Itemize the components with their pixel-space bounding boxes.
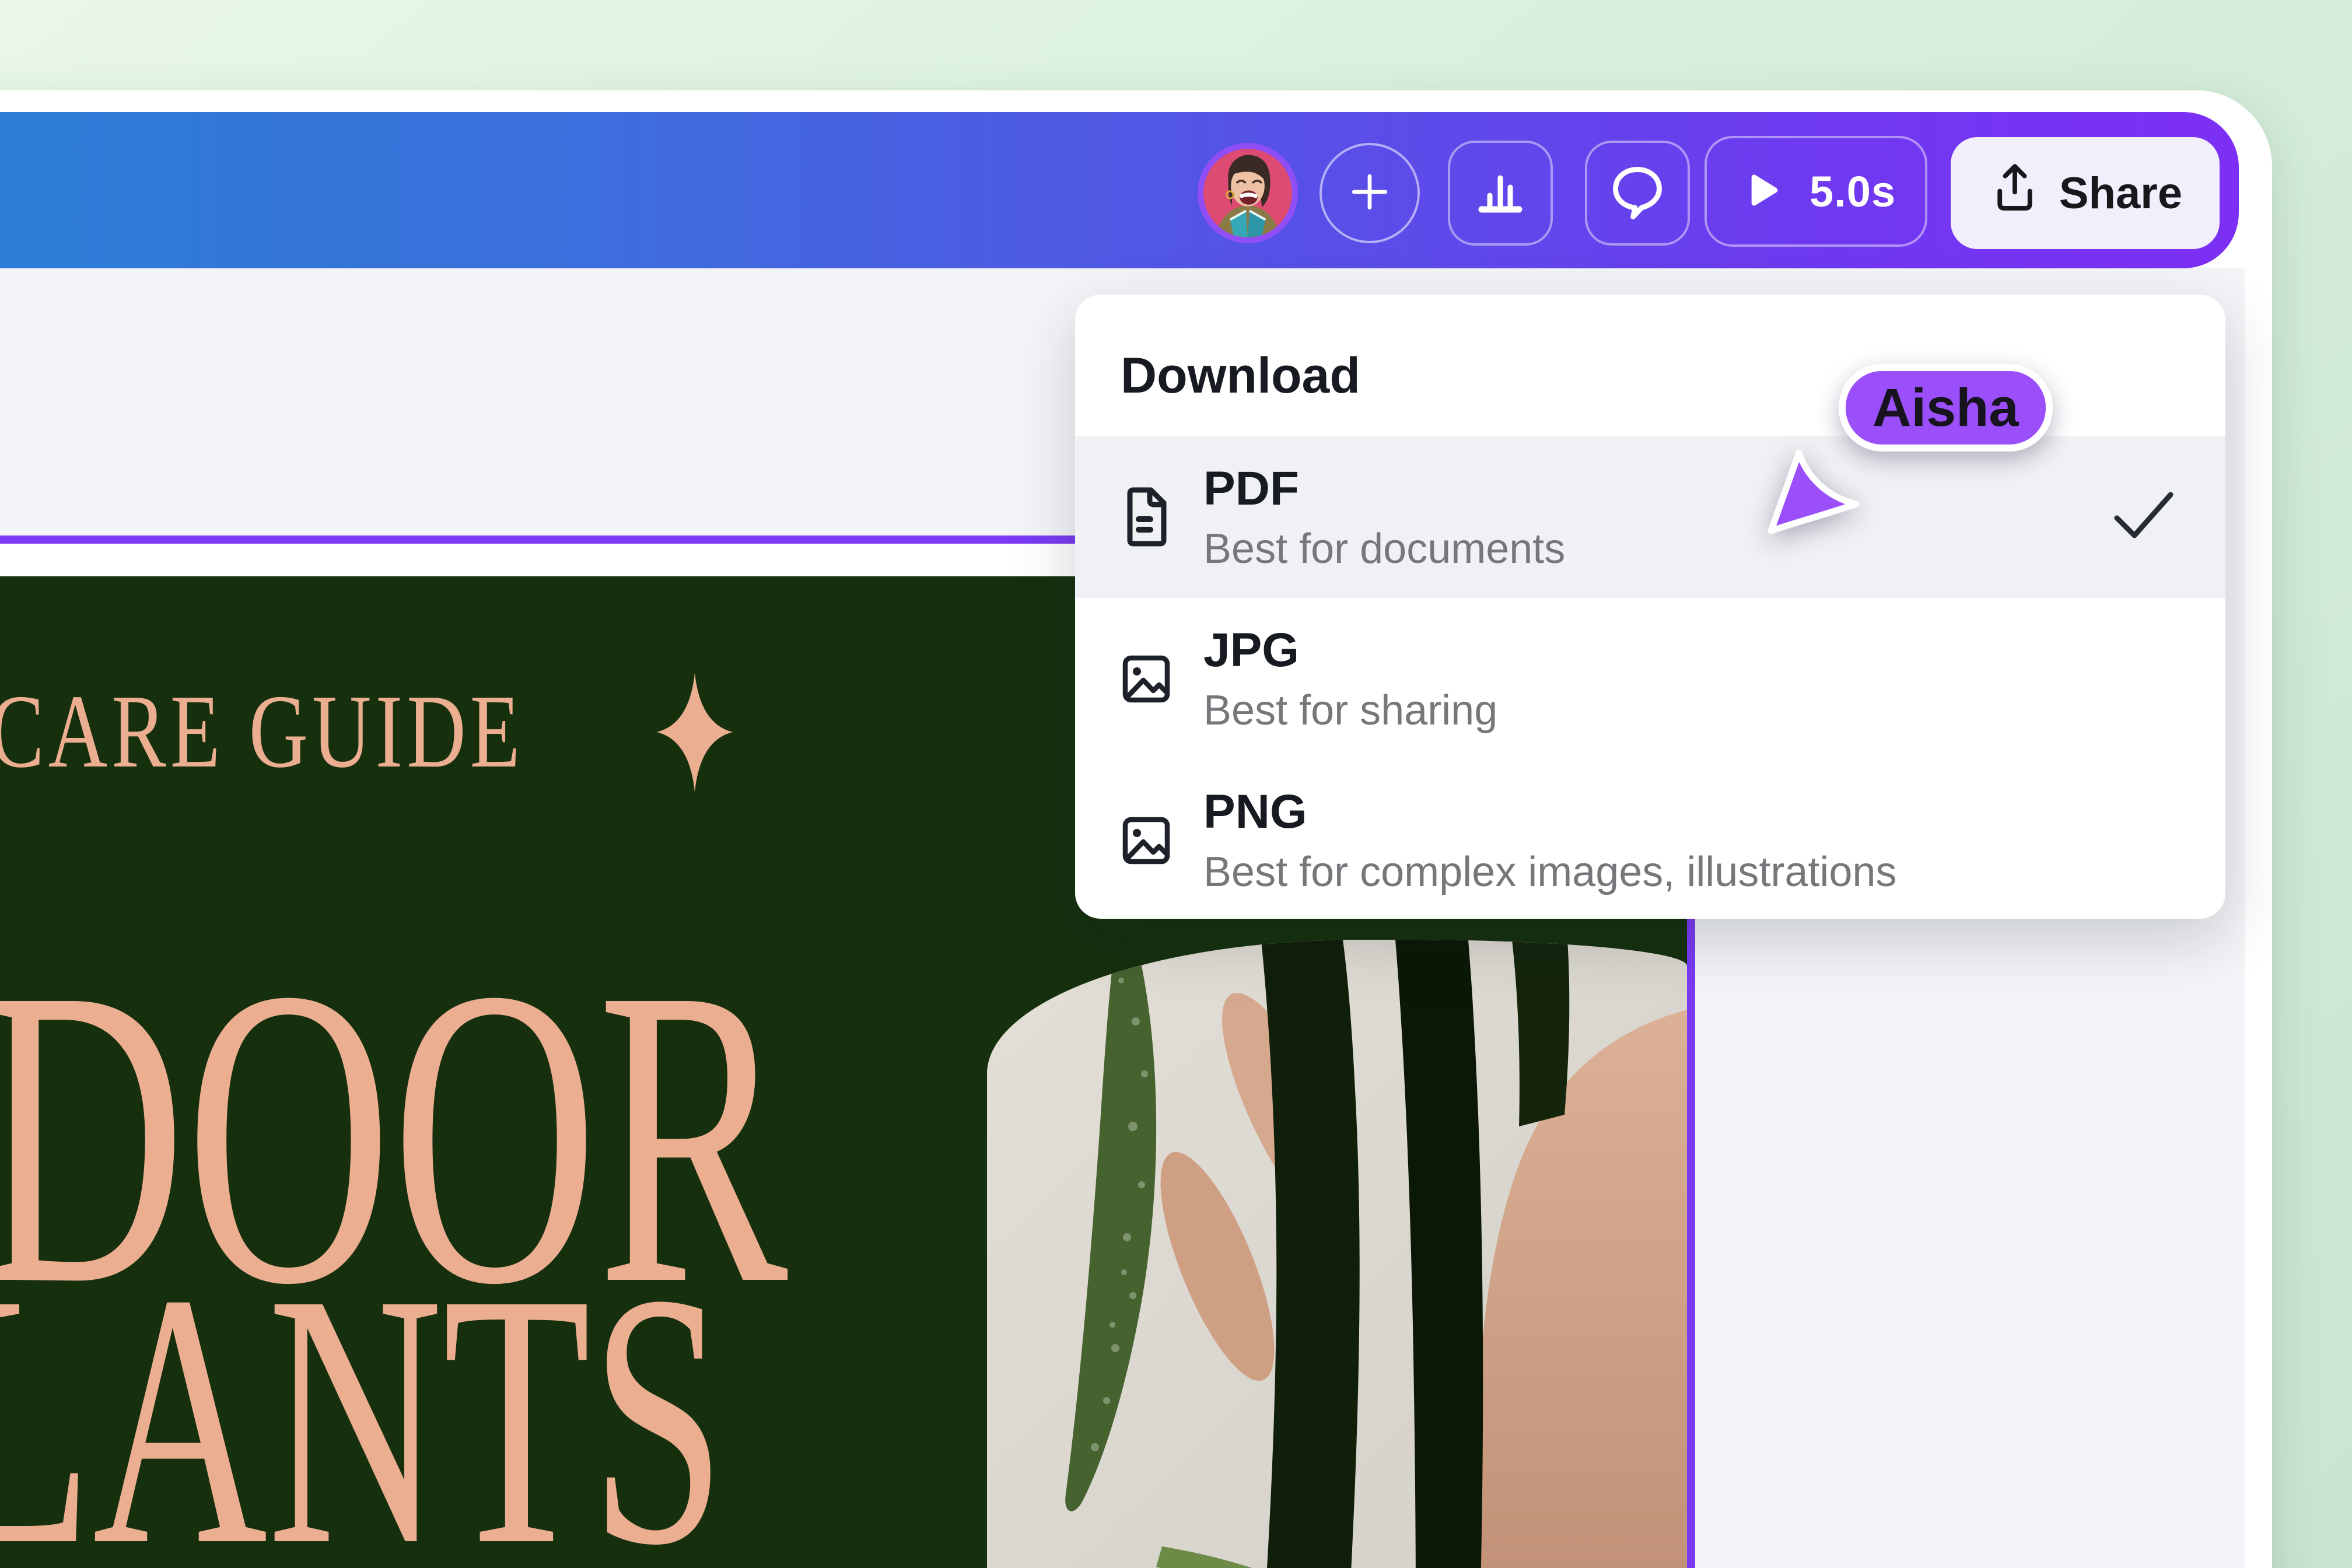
sparkle-icon [657, 673, 733, 795]
download-option-jpg[interactable]: JPG Best for sharing [1075, 598, 2225, 760]
collaborator-name-badge: Aisha [1839, 364, 2053, 452]
download-option-pdf[interactable]: PDF Best for documents [1075, 436, 2225, 598]
screenshot-stage: CARE GUIDE DOOR LANTS [0, 0, 2352, 1568]
comments-button[interactable] [1585, 141, 1690, 246]
document-icon [1117, 485, 1175, 550]
bar-chart-icon [1471, 163, 1530, 224]
share-upload-icon [1988, 161, 2042, 225]
check-icon [2111, 489, 2176, 545]
download-option-label: PNG [1203, 788, 1896, 836]
download-option-label: PDF [1203, 465, 1565, 513]
plus-icon [1342, 164, 1398, 223]
download-panel-title: Download [1121, 347, 1360, 405]
poster-photo[interactable] [987, 940, 1687, 1568]
comment-icon [1607, 162, 1668, 225]
share-button-label: Share [2059, 168, 2182, 219]
collaborator-cursor-icon [1763, 447, 1863, 542]
play-duration-button[interactable]: 5.0s [1704, 136, 1927, 247]
poster-eyebrow-text[interactable]: CARE GUIDE [0, 679, 524, 784]
poster-title-line2[interactable]: LANTS [0, 1239, 725, 1568]
avatar-photo [1203, 149, 1292, 237]
download-option-label: JPG [1203, 626, 1497, 674]
insights-button[interactable] [1448, 141, 1553, 246]
image-icon [1117, 808, 1175, 873]
download-option-png[interactable]: PNG Best for complex images, illustratio… [1075, 760, 2225, 919]
download-option-description: Best for sharing [1203, 690, 1497, 732]
download-option-description: Best for documents [1203, 528, 1565, 570]
image-icon [1117, 647, 1175, 711]
avatar[interactable] [1198, 143, 1298, 243]
play-icon [1736, 165, 1786, 218]
monstera-hand-photo [987, 940, 1687, 1568]
share-button[interactable]: Share [1951, 137, 2220, 249]
download-panel: Download PDF Best for documents [1075, 295, 2225, 919]
add-collaborator-button[interactable] [1320, 143, 1420, 243]
download-option-description: Best for complex images, illustrations [1203, 851, 1896, 893]
play-duration-label: 5.0s [1810, 167, 1896, 216]
